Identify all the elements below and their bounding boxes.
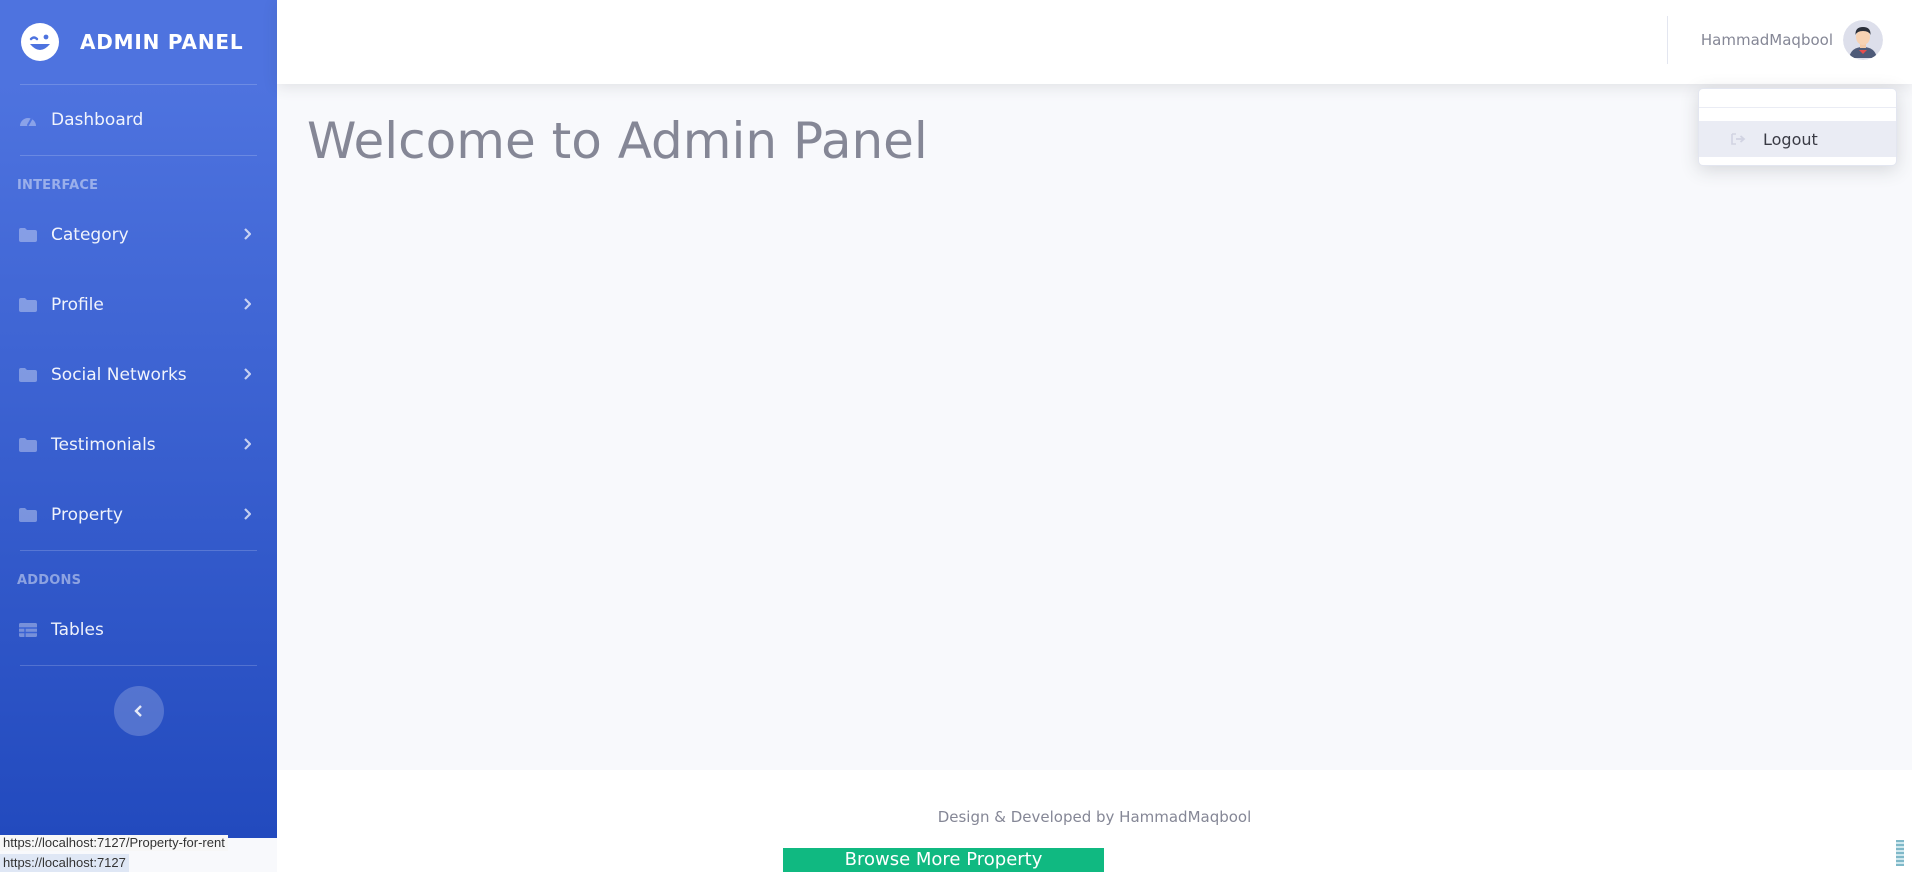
laugh-wink-icon [21,23,59,61]
user-name: HammadMaqbool [1700,31,1833,49]
topbar-divider [1667,16,1668,64]
brand-title: ADMIN PANEL [80,30,244,54]
logout-label: Logout [1763,129,1818,149]
sidebar: ADMIN PANEL Dashboard INTERFACE Category… [0,0,277,838]
footer-credit: Design & Developed by HammadMaqbool [937,808,1252,826]
dropdown-divider [1699,107,1896,108]
chevron-right-icon [243,505,252,525]
folder-icon [17,226,39,244]
sidebar-brand[interactable]: ADMIN PANEL [0,0,277,84]
user-avatar [1843,20,1883,60]
sidebar-toggle-wrap [0,666,277,736]
sidebar-item-social-networks[interactable]: Social Networks [0,340,277,410]
logout-menu-item[interactable]: Logout [1699,121,1896,157]
sidebar-item-label: Dashboard [51,110,144,130]
sidebar-item-label: Testimonials [51,435,156,455]
sidebar-item-label: Property [51,505,123,525]
folder-icon [17,506,39,524]
status-bar-url: https://localhost:7127/Property-for-rent [0,835,228,851]
resize-grip-icon[interactable] [1896,840,1904,866]
chevron-right-icon [243,365,252,385]
chevron-right-icon [243,295,252,315]
folder-icon [17,436,39,454]
sidebar-item-dashboard[interactable]: Dashboard [0,85,277,155]
chevron-right-icon [243,225,252,245]
folder-icon [17,296,39,314]
sidebar-heading-interface: INTERFACE [17,178,99,193]
sidebar-item-testimonials[interactable]: Testimonials [0,410,277,480]
sidebar-item-category[interactable]: Category [0,200,277,270]
sidebar-item-profile[interactable]: Profile [0,270,277,340]
topbar: HammadMaqbool [277,0,1912,84]
sidebar-item-label: Profile [51,295,104,315]
sidebar-item-tables[interactable]: Tables [0,595,277,665]
tachometer-icon [17,111,39,129]
sidebar-item-label: Category [51,225,129,245]
status-bar-url: https://localhost:7127 [0,854,129,872]
sidebar-item-label: Tables [51,620,104,640]
browse-more-property-button[interactable]: Browse More Property [783,848,1104,872]
sidebar-heading-addons: ADDONS [17,573,82,588]
folder-icon [17,366,39,384]
sidebar-toggle-button[interactable] [113,686,164,736]
user-dropdown-toggle[interactable]: HammadMaqbool [1701,20,1883,60]
sidebar-item-property[interactable]: Property [0,480,277,550]
sign-out-icon [1731,133,1747,145]
chevron-left-icon [133,705,142,717]
chevron-right-icon [243,435,252,455]
page-title: Welcome to Admin Panel [307,112,928,170]
sidebar-item-label: Social Networks [51,365,187,385]
user-dropdown-menu: Logout [1698,88,1897,166]
table-icon [17,621,39,639]
